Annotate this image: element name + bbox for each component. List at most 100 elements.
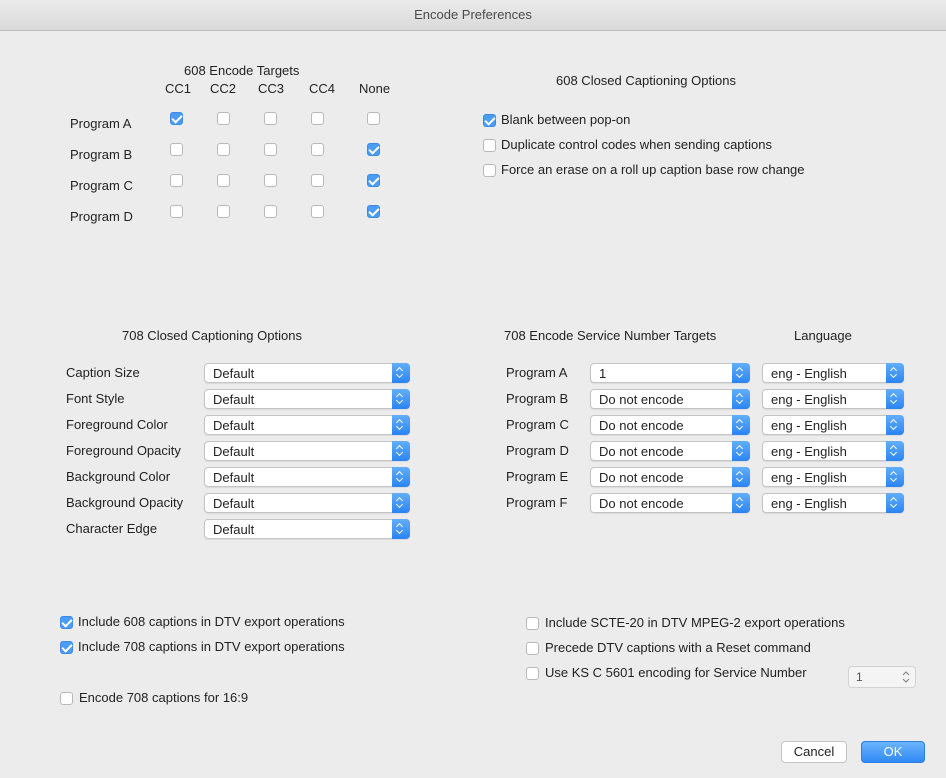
checkbox-program-d-cc3[interactable] <box>264 205 277 218</box>
language-select-5[interactable]: eng - English <box>762 493 904 513</box>
checkbox-program-b-none[interactable] <box>367 143 380 156</box>
option608-checkbox-1[interactable] <box>483 139 496 152</box>
checkbox-program-c-none[interactable] <box>367 174 380 187</box>
checkbox-program-a-cc2[interactable] <box>217 112 230 125</box>
checkbox-program-a-cc3[interactable] <box>264 112 277 125</box>
export-left-label-0: Include 608 captions in DTV export opera… <box>78 614 345 629</box>
option708-select-2[interactable]: Default <box>204 415 410 435</box>
language-header: Language <box>794 328 852 343</box>
checkbox-program-d-cc1[interactable] <box>170 205 183 218</box>
checkbox-program-c-cc3[interactable] <box>264 174 277 187</box>
language-select-2[interactable]: eng - English <box>762 415 904 435</box>
up-down-chevron-icon <box>886 415 904 435</box>
column-cc2: CC2 <box>210 81 237 96</box>
language-select-1[interactable]: eng - English <box>762 389 904 409</box>
checkbox-program-d-none[interactable] <box>367 205 380 218</box>
options708-title: 708 Closed Captioning Options <box>122 328 302 343</box>
export-right-checkbox-2[interactable] <box>526 667 539 680</box>
option708-label-2: Foreground Color <box>66 417 168 432</box>
stepper-value: 1 <box>856 670 863 684</box>
export-left-checkbox-1[interactable] <box>60 641 73 654</box>
option708-select-4-value: Default <box>213 470 255 485</box>
option708-select-0[interactable]: Default <box>204 363 410 383</box>
service-select-2[interactable]: Do not encode <box>590 415 750 435</box>
language-select-1-value: eng - English <box>771 392 847 407</box>
window-title: Encode Preferences <box>414 7 532 22</box>
column-cc1: CC1 <box>165 81 192 96</box>
column-cc3: CC3 <box>258 81 285 96</box>
service-select-5-value: Do not encode <box>599 496 684 511</box>
targets708-title: 708 Encode Service Number Targets <box>504 328 717 343</box>
up-down-chevron-icon <box>392 493 410 513</box>
option708-select-3[interactable]: Default <box>204 441 410 461</box>
up-down-chevron-icon <box>392 389 410 409</box>
checkbox-program-b-cc1[interactable] <box>170 143 183 156</box>
encode169-checkbox[interactable] <box>60 692 73 705</box>
service-number-stepper[interactable]: 1 <box>848 666 916 688</box>
window-titlebar: Encode Preferences <box>0 0 946 31</box>
option708-select-6[interactable]: Default <box>204 519 410 539</box>
export-right-checkbox-0[interactable] <box>526 617 539 630</box>
checkbox-program-a-cc1[interactable] <box>170 112 183 125</box>
option708-select-4[interactable]: Default <box>204 467 410 487</box>
up-down-chevron-icon <box>886 363 904 383</box>
language-select-4[interactable]: eng - English <box>762 467 904 487</box>
up-down-chevron-icon <box>732 493 750 513</box>
cancel-button[interactable]: Cancel <box>781 741 847 763</box>
targets608-title: 608 Encode Targets <box>184 63 300 78</box>
options608-title: 608 Closed Captioning Options <box>556 73 736 88</box>
up-down-chevron-icon <box>392 441 410 461</box>
option708-select-5-value: Default <box>213 496 255 511</box>
checkbox-program-c-cc4[interactable] <box>311 174 324 187</box>
service-select-2-value: Do not encode <box>599 418 684 433</box>
up-down-chevron-icon <box>886 493 904 513</box>
option708-select-2-value: Default <box>213 418 255 433</box>
option608-checkbox-0[interactable] <box>483 114 496 127</box>
language-select-0[interactable]: eng - English <box>762 363 904 383</box>
export-right-label-1: Precede DTV captions with a Reset comman… <box>545 640 811 655</box>
service-select-1-value: Do not encode <box>599 392 684 407</box>
checkbox-program-d-cc2[interactable] <box>217 205 230 218</box>
option708-label-5: Background Opacity <box>66 495 184 510</box>
ok-button[interactable]: OK <box>861 741 925 763</box>
option708-select-1[interactable]: Default <box>204 389 410 409</box>
up-down-chevron-icon <box>732 415 750 435</box>
up-down-chevron-icon <box>392 519 410 539</box>
checkbox-program-b-cc4[interactable] <box>311 143 324 156</box>
option608-label-1: Duplicate control codes when sending cap… <box>501 137 773 152</box>
checkbox-program-b-cc2[interactable] <box>217 143 230 156</box>
target708-label-0: Program A <box>506 365 568 380</box>
target708-label-4: Program E <box>506 469 569 484</box>
service-select-1[interactable]: Do not encode <box>590 389 750 409</box>
up-down-chevron-icon <box>732 363 750 383</box>
export-right-checkbox-1[interactable] <box>526 642 539 655</box>
service-select-0-value: 1 <box>599 366 607 381</box>
target708-label-3: Program D <box>506 443 569 458</box>
target708-label-5: Program F <box>506 495 568 510</box>
service-select-4[interactable]: Do not encode <box>590 467 750 487</box>
row-label-program-d: Program D <box>70 209 133 224</box>
checkbox-program-b-cc3[interactable] <box>264 143 277 156</box>
option608-checkbox-2[interactable] <box>483 164 496 177</box>
checkbox-program-c-cc1[interactable] <box>170 174 183 187</box>
export-left-checkbox-0[interactable] <box>60 616 73 629</box>
service-select-4-value: Do not encode <box>599 470 684 485</box>
up-down-chevron-icon <box>886 467 904 487</box>
up-down-chevron-icon <box>392 467 410 487</box>
option708-label-0: Caption Size <box>66 365 140 380</box>
language-select-3[interactable]: eng - English <box>762 441 904 461</box>
option708-select-5[interactable]: Default <box>204 493 410 513</box>
up-down-chevron-icon <box>732 389 750 409</box>
checkbox-program-a-cc4[interactable] <box>311 112 324 125</box>
option708-label-3: Foreground Opacity <box>66 443 181 458</box>
service-select-0[interactable]: 1 <box>590 363 750 383</box>
checkbox-program-a-none[interactable] <box>367 112 380 125</box>
option708-select-0-value: Default <box>213 366 255 381</box>
service-select-3-value: Do not encode <box>599 444 684 459</box>
service-select-3[interactable]: Do not encode <box>590 441 750 461</box>
service-select-5[interactable]: Do not encode <box>590 493 750 513</box>
language-select-5-value: eng - English <box>771 496 847 511</box>
checkbox-program-c-cc2[interactable] <box>217 174 230 187</box>
checkbox-program-d-cc4[interactable] <box>311 205 324 218</box>
column-none: None <box>359 81 391 96</box>
